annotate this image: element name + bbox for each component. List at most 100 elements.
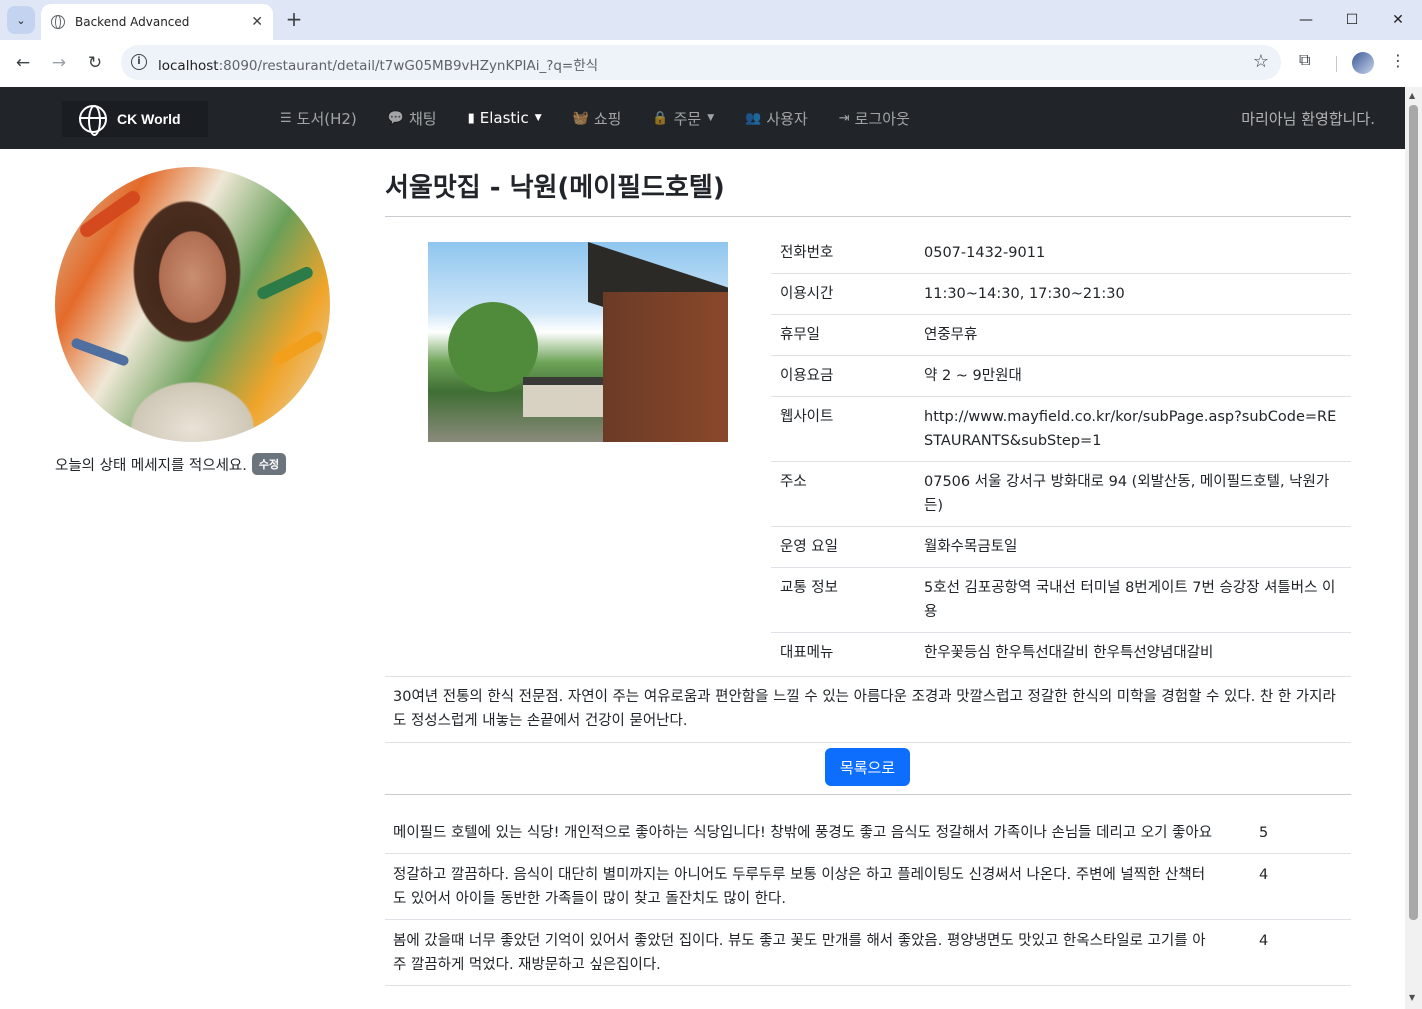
profile-avatar-icon[interactable] (1352, 52, 1374, 74)
brand-link[interactable]: CK World (62, 101, 208, 137)
extensions-icon[interactable]: ⧉ (1299, 50, 1310, 70)
nav-item-5[interactable]: 👥 사용자 (745, 108, 808, 129)
nav-item-label: 채팅 (408, 109, 437, 128)
info-row: 주소 07506 서울 강서구 방화대로 94 (외발산동, 메이필드호텔, 낙원… (771, 461, 1351, 527)
back-arrow-icon[interactable]: ← (10, 50, 36, 76)
reviews-divider (385, 794, 1351, 795)
info-key: 대표메뉴 (780, 645, 834, 661)
review-text: 메이필드 호텔에 있는 식당! 개인적으로 좋아하는 식당입니다! 창밖에 풍경… (385, 816, 1255, 854)
nav-item-label: 도서(H2) (296, 109, 357, 128)
url-host: localhost (158, 58, 219, 74)
welcome-message: 마리아님 환영합니다. (1241, 110, 1375, 128)
page-viewport: CK World ☰ 도서(H2) 💬 채팅 ▮ Elastic ▼ 🧺 쇼핑 🔒 주문 ▼ 👥 사용자 ⇥… (0, 87, 1405, 1009)
maximize-button[interactable]: ☐ (1329, 0, 1375, 40)
nav-item-2[interactable]: ▮ Elastic ▼ (468, 109, 542, 127)
browser-toolbar: ← → ↻ i localhost:8090/restaurant/detail… (0, 40, 1422, 87)
comments-icon: 💬 (387, 110, 404, 126)
nav-item-label: Elastic (479, 109, 529, 127)
review-score: 4 (1255, 919, 1351, 986)
review-score: 5 (1255, 816, 1351, 854)
nav-item-3[interactable]: 🧺 쇼핑 (573, 108, 622, 129)
info-row: 휴무일 연중무휴 (771, 314, 1351, 356)
browser-tab[interactable]: Backend Advanced ✕ (41, 4, 273, 40)
url-text[interactable]: localhost:8090/restaurant/detail/t7wG05M… (158, 54, 598, 74)
reviews-table: 메이필드 호텔에 있는 식당! 개인적으로 좋아하는 식당입니다! 창밖에 풍경… (385, 816, 1351, 986)
nav-item-label: 주문 (673, 109, 702, 128)
page-title: 서울맛집 - 낙원(메이필드호텔) (385, 173, 725, 203)
review-row: 봄에 갔을때 너무 좋았던 기억이 있어서 좋았던 집이다. 뷰도 좋고 꽃도 … (385, 919, 1351, 986)
info-value: 연중무휴 (916, 314, 1351, 356)
info-key: 이용요금 (771, 355, 916, 397)
info-value: 월화수목금토일 (916, 526, 1351, 568)
info-key: 운영 요일 (771, 526, 916, 568)
url-path: :8090/restaurant/detail/t7wG05MB9vHZynKP… (218, 58, 599, 74)
logout-icon: ⇥ (838, 110, 850, 126)
info-value: 0507-1432-9011 (916, 233, 1351, 274)
info-row: 대표메뉴 한우꽃등심 한우특선대갈비 한우특선양념대갈비 (771, 633, 1351, 674)
browser-chrome: ⌄ Backend Advanced ✕ + — ☐ ✕ ← → ↻ i loc… (0, 0, 1422, 87)
toolbar-divider (1336, 56, 1337, 72)
tab-search-button[interactable]: ⌄ (7, 6, 35, 34)
info-row: 이용시간 11:30~14:30, 17:30~21:30 (771, 273, 1351, 315)
page-scrollbar[interactable]: ▲ ▼ (1405, 87, 1422, 1009)
list-icon: ☰ (280, 110, 292, 126)
minimize-button[interactable]: — (1283, 0, 1329, 40)
info-value: 11:30~14:30, 17:30~21:30 (916, 273, 1351, 315)
restaurant-photo (428, 242, 728, 442)
address-bar[interactable]: i localhost:8090/restaurant/detail/t7wG0… (121, 45, 1281, 80)
info-row: 전화번호 0507-1432-9011 (771, 233, 1351, 274)
title-divider (385, 216, 1351, 217)
info-row: 이용요금 약 2 ~ 9만원대 (771, 355, 1351, 397)
info-key: 주소 (771, 461, 916, 527)
info-key: 이용시간 (771, 273, 916, 315)
status-message-row: 오늘의 상태 메세지를 적으세요. 수정 (55, 453, 287, 475)
restaurant-description: 30여년 전통의 한식 전문점. 자연이 주는 여유로움과 편안함을 느낄 수 … (385, 676, 1351, 743)
review-text: 봄에 갔을때 너무 좋았던 기억이 있어서 좋았던 집이다. 뷰도 좋고 꽃도 … (385, 919, 1255, 986)
nav-item-6[interactable]: ⇥ 로그아웃 (839, 108, 910, 129)
nav-item-1[interactable]: 💬 채팅 (388, 108, 437, 129)
tab-close-icon[interactable]: ✕ (251, 14, 263, 30)
nav-item-label: 로그아웃 (854, 109, 910, 128)
close-window-button[interactable]: ✕ (1375, 0, 1421, 40)
review-row: 정갈하고 깔끔하다. 음식이 대단히 별미까지는 아니어도 두루두루 보통 이상… (385, 853, 1351, 920)
info-row: 운영 요일 월화수목금토일 (771, 526, 1351, 568)
back-to-list-button[interactable]: 목록으로 (825, 748, 910, 786)
nav-item-label: 쇼핑 (593, 109, 622, 128)
info-value: 5호선 김포공항역 국내선 터미널 8번게이트 7번 승강장 셔틀버스 이용 (916, 567, 1351, 633)
scrollbar-thumb[interactable] (1409, 105, 1418, 920)
bookmark-star-icon[interactable]: ☆ (1253, 51, 1269, 72)
info-key: 웹사이트 (771, 396, 916, 462)
users-icon: 👥 (745, 110, 762, 126)
info-row: 교통 정보 5호선 김포공항역 국내선 터미널 8번게이트 7번 승강장 셔틀버스… (771, 567, 1351, 633)
tab-strip: ⌄ Backend Advanced ✕ + — ☐ ✕ (0, 0, 1422, 40)
new-tab-button[interactable]: + (283, 8, 305, 30)
book-icon: ▮ (467, 110, 475, 126)
info-value: http://www.mayfield.co.kr/kor/subPage.as… (916, 396, 1351, 462)
profile-avatar (55, 167, 330, 442)
globe-logo-icon (79, 105, 107, 136)
nav-item-4[interactable]: 🔒 주문 ▼ (652, 108, 714, 129)
info-key: 교통 정보 (771, 567, 916, 633)
forward-arrow-icon[interactable]: → (46, 50, 72, 76)
globe-icon (51, 15, 65, 29)
scroll-up-icon[interactable]: ▲ (1409, 91, 1415, 100)
menu-kebab-icon[interactable]: ⋮ (1390, 51, 1406, 70)
status-message: 오늘의 상태 메세지를 적으세요. (55, 457, 247, 474)
info-key: 휴무일 (771, 314, 916, 356)
edit-status-button[interactable]: 수정 (251, 453, 287, 475)
reload-icon[interactable]: ↻ (82, 50, 108, 76)
basket-icon: 🧺 (572, 110, 589, 126)
info-key: 전화번호 (771, 233, 916, 274)
info-row: 웹사이트 http://www.mayfield.co.kr/kor/subPag… (771, 396, 1351, 462)
info-value: 07506 서울 강서구 방화대로 94 (외발산동, 메이필드호텔, 낙원가든… (916, 461, 1351, 527)
info-table: 전화번호 0507-1432-9011 이용시간 11:30~14:30, 17:30… (771, 233, 1351, 673)
review-text: 정갈하고 깔끔하다. 음식이 대단히 별미까지는 아니어도 두루두루 보통 이상… (385, 853, 1255, 920)
chevron-down-icon: ⌄ (16, 13, 26, 27)
top-navbar: CK World ☰ 도서(H2) 💬 채팅 ▮ Elastic ▼ 🧺 쇼핑 🔒 주문 ▼ 👥 사용자 ⇥… (0, 87, 1405, 149)
nav-item-0[interactable]: ☰ 도서(H2) (280, 108, 357, 129)
scroll-down-icon[interactable]: ▼ (1409, 993, 1415, 1002)
caret-down-icon: ▼ (707, 113, 715, 123)
info-value: 한우꽃등심 한우특선대갈비 한우특선양념대갈비 (924, 645, 1214, 661)
site-info-icon[interactable]: i (131, 54, 147, 70)
lock-icon: 🔒 (652, 110, 669, 126)
